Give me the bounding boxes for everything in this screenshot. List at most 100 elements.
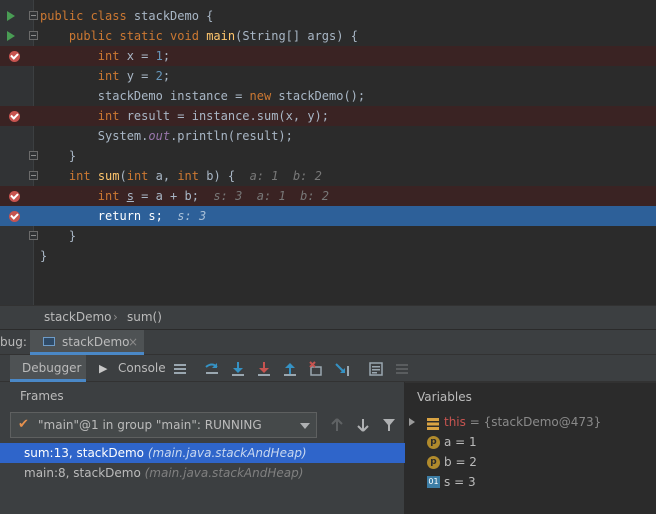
breadcrumb-method[interactable]: sum() (127, 306, 162, 328)
code-token: stackDemo instance = (97, 89, 250, 103)
code-line-current[interactable]: return s; s: 3 (0, 206, 656, 226)
p-icon: p (427, 436, 440, 449)
fold-icon[interactable] (29, 151, 38, 160)
breakpoint-icon[interactable] (9, 211, 20, 222)
fold-icon[interactable] (29, 11, 38, 20)
code-line-12[interactable]: } (0, 226, 656, 246)
step-over-icon[interactable] (230, 361, 246, 377)
code-token: s; (148, 209, 178, 223)
frame-item[interactable]: sum:13, stackDemo (main.java.stackAndHea… (0, 443, 405, 463)
code-token: stackDemo { (133, 9, 214, 23)
frame-package: (main.java.stackAndHeap) (147, 446, 307, 460)
thread-selected-value: "main"@1 in group "main": RUNNING (38, 418, 262, 432)
run-to-cursor-icon[interactable] (334, 361, 350, 377)
debug-toolbar: Debugger ▶ Console (0, 355, 656, 382)
breakpoint-icon[interactable] (9, 111, 20, 122)
number-token: 2 (155, 69, 163, 83)
variable-item-this[interactable]: this = {stackDemo@473} (405, 412, 656, 432)
fold-icon[interactable] (29, 231, 38, 240)
thread-dropdown[interactable]: ✔ "main"@1 in group "main": RUNNING (10, 412, 317, 438)
keyword-token: public class (40, 9, 134, 23)
code-line-8[interactable]: } (0, 146, 656, 166)
close-icon[interactable]: × (128, 330, 138, 354)
code-text: } (40, 246, 47, 266)
tab-debugger[interactable]: Debugger (10, 355, 86, 382)
variables-title: Variables (417, 390, 472, 404)
debug-tool-window-header: bug: stackDemo × (0, 329, 656, 355)
field-token: out (148, 129, 171, 143)
debug-session-label: stackDemo (62, 335, 130, 349)
p-icon: p (427, 456, 440, 469)
code-text: int sum(int a, int b) { a: 1 b: 2 (40, 166, 322, 186)
function-token: main (206, 29, 236, 43)
code-line-10[interactable]: int s = a + b; s: 3 a: 1 b: 2 (0, 186, 656, 206)
fold-icon[interactable] (29, 31, 38, 40)
code-text: } (40, 226, 76, 246)
code-line-5[interactable]: stackDemo instance = new stackDemo(); (0, 86, 656, 106)
keyword-token: int (126, 169, 156, 183)
frame-up-icon[interactable] (329, 417, 345, 433)
code-token: } (68, 149, 77, 163)
identifier-token: s (126, 189, 134, 203)
application-icon (43, 337, 55, 346)
tab-console[interactable]: ▶ Console (96, 355, 166, 382)
code-text: public static void main(String[] args) { (40, 26, 358, 46)
evaluate-expression-icon[interactable] (368, 361, 384, 377)
code-text: int x = 1; (40, 46, 170, 66)
code-line-4[interactable]: int y = 2; (0, 66, 656, 86)
frame-item[interactable]: main:8, stackDemo (main.java.stackAndHea… (0, 463, 405, 483)
code-token: stackDemo(); (278, 89, 366, 103)
variable-item-b[interactable]: p b = 2 (405, 452, 656, 472)
keyword-token: int (97, 189, 127, 203)
code-token: b) { (206, 169, 250, 183)
filter-icon[interactable] (381, 417, 397, 433)
code-token: (String[] args) { (235, 29, 358, 43)
code-line-13[interactable]: } (0, 246, 656, 266)
frames-panel: Frames ✔ "main"@1 in group "main": RUNNI… (0, 382, 405, 514)
step-into-icon[interactable] (256, 361, 272, 377)
console-icon: ▶ (99, 362, 108, 375)
code-line-6[interactable]: int result = instance.sum(x, y); (0, 106, 656, 126)
code-token: x = (126, 49, 156, 63)
code-line-2[interactable]: public static void main(String[] args) { (0, 26, 656, 46)
breakpoint-icon[interactable] (9, 51, 20, 62)
code-line-1[interactable]: public class stackDemo { (0, 6, 656, 26)
field-list-icon (427, 416, 439, 430)
step-out-icon[interactable] (282, 361, 298, 377)
breadcrumb: stackDemo › sum() (0, 305, 656, 329)
variable-name: b (444, 455, 452, 469)
check-icon: ✔ (18, 417, 29, 432)
frame-down-icon[interactable] (355, 417, 371, 433)
breakpoint-icon[interactable] (9, 191, 20, 202)
show-execution-point-icon[interactable] (204, 361, 220, 377)
code-token: y = (126, 69, 156, 83)
expand-icon[interactable] (409, 418, 415, 426)
variables-panel: Variables this = {stackDemo@473} p a = 1… (405, 382, 656, 514)
keyword-token: return (97, 209, 149, 223)
code-token: } (40, 249, 48, 263)
run-icon[interactable] (7, 11, 15, 21)
code-line-9[interactable]: int sum(int a, int b) { a: 1 b: 2 (0, 166, 656, 186)
drop-frame-icon[interactable] (308, 361, 324, 377)
code-editor[interactable]: public class stackDemo { public static v… (0, 0, 656, 305)
code-token: .println(result); (170, 129, 293, 143)
code-token: ; (162, 69, 171, 83)
fold-icon[interactable] (29, 171, 38, 180)
code-text: System.out.println(result); (40, 126, 293, 146)
debug-session-tab[interactable]: stackDemo × (30, 330, 144, 355)
breadcrumb-separator: › (113, 310, 118, 324)
code-line-3[interactable]: int x = 1; (0, 46, 656, 66)
inline-value-hint: s: 3 (177, 209, 207, 223)
variable-item-s[interactable]: 01 s = 3 (405, 472, 656, 492)
code-token: a, (155, 169, 178, 183)
frame-name: main:8, stackDemo (24, 466, 145, 480)
variable-item-a[interactable]: p a = 1 (405, 432, 656, 452)
code-line-7[interactable]: System.out.println(result); (0, 126, 656, 146)
menu-icon[interactable] (172, 361, 188, 377)
function-token: sum (97, 169, 120, 183)
frames-title: Frames (20, 389, 64, 403)
keyword-token: int (68, 169, 98, 183)
run-icon[interactable] (7, 31, 15, 41)
variable-value: = 2 (451, 455, 477, 469)
breadcrumb-class[interactable]: stackDemo (44, 306, 112, 328)
